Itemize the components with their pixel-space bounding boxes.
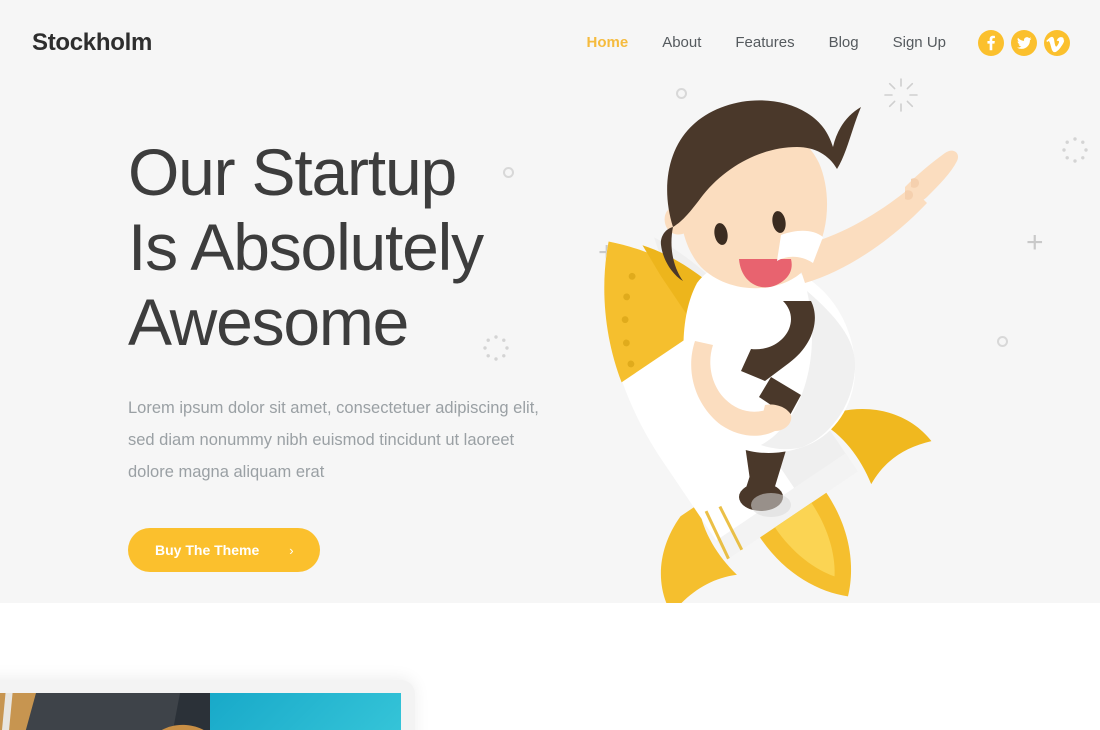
social-links xyxy=(978,29,1070,56)
twitter-icon[interactable] xyxy=(1011,29,1037,56)
landing-page: Stockholm Home About Features Blog Sign … xyxy=(0,0,1100,730)
nav-item-signup[interactable]: Sign Up xyxy=(876,34,963,51)
hero-subtitle: Lorem ipsum dolor sit amet, consectetuer… xyxy=(128,399,539,481)
hero-copy: Our Startup Is Absolutely Awesome Lorem … xyxy=(128,135,598,572)
facebook-icon[interactable] xyxy=(978,29,1004,56)
chevron-right-icon: › xyxy=(289,542,294,558)
device-screen xyxy=(0,693,401,730)
site-header: Stockholm Home About Features Blog Sign … xyxy=(0,0,1100,85)
hero-title-line-3: Awesome xyxy=(128,285,409,359)
lower-section xyxy=(0,603,1100,730)
hero-title-line-2: Is Absolutely xyxy=(128,210,484,284)
vimeo-icon[interactable] xyxy=(1044,29,1070,56)
hero-section: Stockholm Home About Features Blog Sign … xyxy=(0,0,1100,603)
nav-item-home[interactable]: Home xyxy=(570,34,646,51)
dotted-circle-2 xyxy=(1060,135,1090,170)
nav-item-blog[interactable]: Blog xyxy=(812,34,876,51)
buy-the-theme-button[interactable]: Buy The Theme › xyxy=(128,528,320,572)
brand-logo[interactable]: Stockholm xyxy=(32,29,152,57)
cta-label: Buy The Theme xyxy=(155,542,260,558)
office-desk-photo xyxy=(0,693,401,730)
nav-item-about[interactable]: About xyxy=(645,34,718,51)
businessman-riding-rocket-illustration xyxy=(575,95,1055,603)
nav-item-features[interactable]: Features xyxy=(718,34,811,51)
main-navigation: Home About Features Blog Sign Up xyxy=(570,29,1070,56)
hero-title: Our Startup Is Absolutely Awesome xyxy=(128,135,598,360)
laptop-screenshot-mockup[interactable] xyxy=(0,680,415,730)
hero-title-line-1: Our Startup xyxy=(128,135,457,209)
